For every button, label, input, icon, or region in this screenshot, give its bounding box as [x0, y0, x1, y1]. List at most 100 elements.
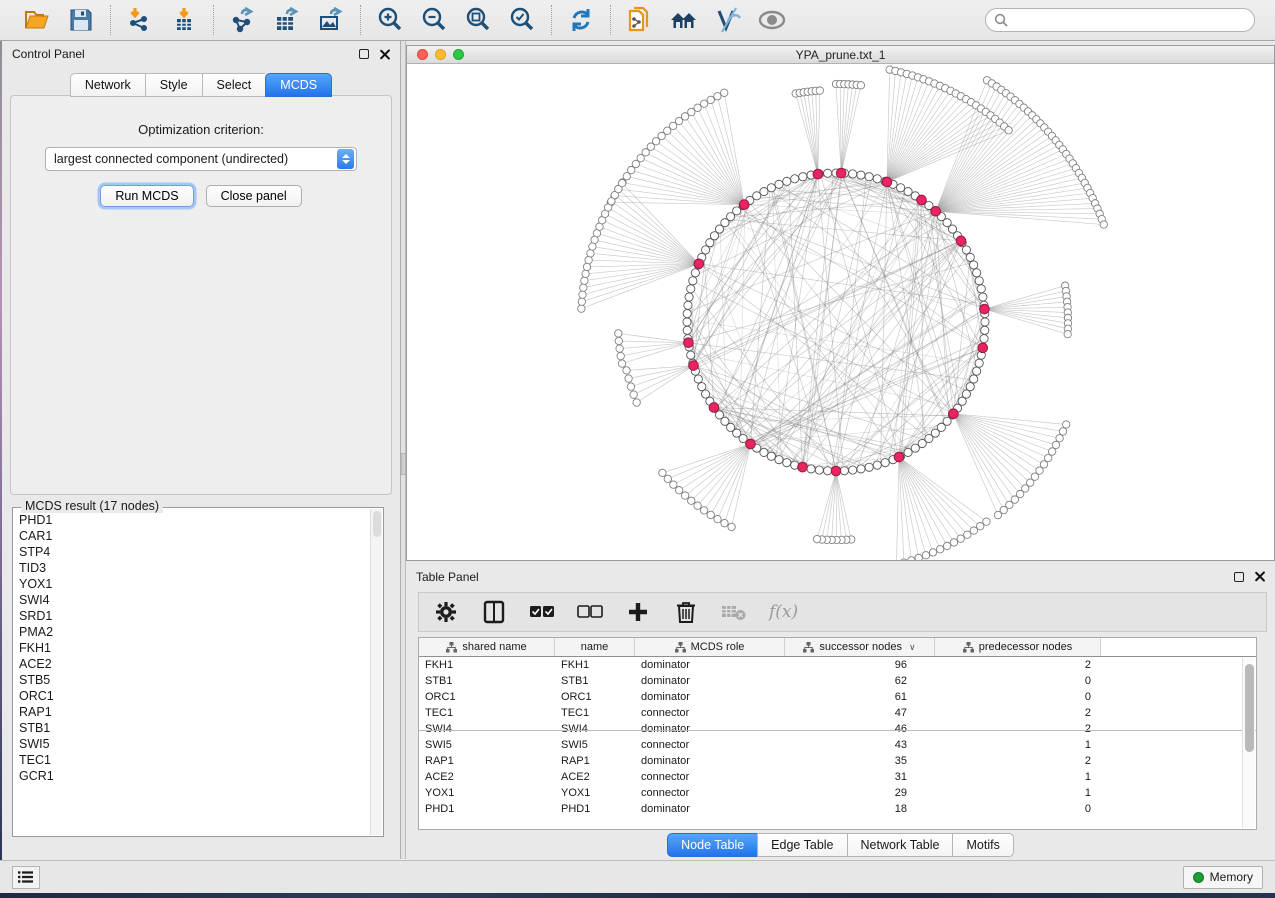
hide-graphics-details-icon[interactable] — [713, 5, 743, 35]
network-node[interactable] — [659, 469, 666, 476]
close-panel-icon[interactable] — [379, 49, 390, 60]
close-panel-icon[interactable] — [1254, 571, 1265, 582]
network-node[interactable] — [881, 459, 889, 467]
network-node[interactable] — [849, 170, 857, 178]
network-node[interactable] — [922, 552, 929, 559]
table-row[interactable]: FKH1FKH1dominator962 — [419, 657, 1256, 673]
share-document-icon[interactable] — [625, 5, 655, 35]
network-node[interactable] — [767, 452, 775, 460]
search-box[interactable] — [985, 8, 1255, 32]
network-window-titlebar[interactable]: YPA_prune.txt_1 — [407, 46, 1274, 64]
network-node[interactable] — [900, 559, 907, 560]
network-node[interactable] — [616, 345, 623, 352]
network-node[interactable] — [807, 465, 815, 473]
network-node[interactable] — [664, 475, 671, 482]
show-column-panel-icon[interactable] — [481, 599, 507, 625]
network-node[interactable] — [975, 277, 983, 285]
network-node[interactable] — [897, 184, 905, 192]
network-node[interactable] — [979, 293, 987, 301]
network-node[interactable] — [970, 261, 978, 269]
mcds-hub-node[interactable] — [746, 439, 756, 449]
column-header-predecessor-nodes[interactable]: predecessor nodes — [935, 638, 1101, 656]
network-node[interactable] — [618, 360, 625, 367]
network-node[interactable] — [1056, 435, 1063, 442]
network-node[interactable] — [617, 352, 624, 359]
network-node[interactable] — [580, 284, 587, 291]
network-node[interactable] — [981, 326, 989, 334]
network-node[interactable] — [824, 169, 832, 177]
network-node[interactable] — [694, 502, 701, 509]
network-node[interactable] — [840, 467, 848, 475]
export-network-icon[interactable] — [228, 5, 258, 35]
network-node[interactable] — [970, 527, 977, 534]
mcds-hub-node[interactable] — [931, 206, 941, 216]
mcds-hub-node[interactable] — [978, 343, 988, 353]
network-node[interactable] — [700, 100, 707, 107]
network-node[interactable] — [683, 326, 691, 334]
mcds-node-item[interactable]: CAR1 — [19, 528, 369, 544]
mcds-node-item[interactable]: SRD1 — [19, 608, 369, 624]
network-node[interactable] — [582, 270, 589, 277]
network-node[interactable] — [857, 82, 864, 89]
network-node[interactable] — [721, 89, 728, 96]
tab-mcds[interactable]: MCDS — [265, 73, 332, 97]
mcds-node-item[interactable]: TID3 — [19, 560, 369, 576]
task-history-button[interactable] — [12, 866, 40, 889]
table-row[interactable]: STB1STB1dominator620 — [419, 673, 1256, 689]
mcds-hub-node[interactable] — [882, 177, 892, 187]
network-node[interactable] — [689, 277, 697, 285]
tab-motifs[interactable]: Motifs — [952, 833, 1013, 857]
mcds-node-item[interactable]: PMA2 — [19, 624, 369, 640]
table-row[interactable]: PHD1PHD1dominator180 — [419, 801, 1256, 817]
tab-select[interactable]: Select — [202, 73, 266, 97]
network-node[interactable] — [783, 459, 791, 467]
deselect-all-icon[interactable] — [577, 599, 603, 625]
network-node[interactable] — [685, 293, 693, 301]
mcds-node-item[interactable]: STP4 — [19, 544, 369, 560]
network-node[interactable] — [966, 253, 974, 261]
network-node[interactable] — [957, 535, 964, 542]
mcds-hub-node[interactable] — [836, 168, 846, 178]
mcds-list-scrollbar[interactable] — [370, 509, 382, 835]
network-node[interactable] — [915, 554, 922, 560]
float-panel-icon[interactable] — [1234, 572, 1244, 582]
zoom-fit-icon[interactable] — [463, 5, 493, 35]
network-node[interactable] — [670, 481, 677, 488]
scrollbar-thumb[interactable] — [1245, 664, 1254, 752]
network-node[interactable] — [615, 337, 622, 344]
mcds-node-item[interactable]: STB1 — [19, 720, 369, 736]
tab-style[interactable]: Style — [145, 73, 202, 97]
network-node[interactable] — [583, 263, 590, 270]
mcds-node-item[interactable]: PHD1 — [19, 512, 369, 528]
network-node[interactable] — [633, 399, 640, 406]
table-row[interactable]: SWI5SWI5connector431 — [419, 737, 1256, 753]
network-node[interactable] — [980, 335, 988, 343]
column-header-name[interactable]: name — [555, 638, 635, 656]
network-node[interactable] — [691, 269, 699, 277]
network-node[interactable] — [813, 535, 820, 542]
column-header-successor-nodes[interactable]: successor nodes∨ — [785, 638, 935, 656]
network-node[interactable] — [865, 173, 873, 181]
network-node[interactable] — [1059, 428, 1066, 435]
network-node[interactable] — [630, 391, 637, 398]
optimization-criterion-select[interactable]: largest connected component (undirected) — [45, 147, 357, 171]
network-node[interactable] — [973, 269, 981, 277]
network-node[interactable] — [815, 466, 823, 474]
table-row[interactable]: TEC1TEC1connector472 — [419, 705, 1256, 721]
network-node[interactable] — [873, 461, 881, 469]
table-row[interactable]: SWI4SWI4dominator462 — [419, 721, 1256, 737]
mcds-hub-node[interactable] — [813, 169, 823, 179]
mcds-node-item[interactable]: GCR1 — [19, 768, 369, 784]
network-node[interactable] — [966, 383, 974, 391]
network-node[interactable] — [688, 497, 695, 504]
network-node[interactable] — [973, 367, 981, 375]
network-node[interactable] — [698, 383, 706, 391]
mcds-hub-node[interactable] — [798, 462, 808, 472]
network-node[interactable] — [775, 180, 783, 188]
delete-row-icon[interactable] — [673, 599, 699, 625]
network-node[interactable] — [767, 184, 775, 192]
network-node[interactable] — [683, 318, 691, 326]
network-node[interactable] — [578, 305, 585, 312]
network-node[interactable] — [1064, 330, 1071, 337]
open-session-icon[interactable] — [22, 5, 52, 35]
